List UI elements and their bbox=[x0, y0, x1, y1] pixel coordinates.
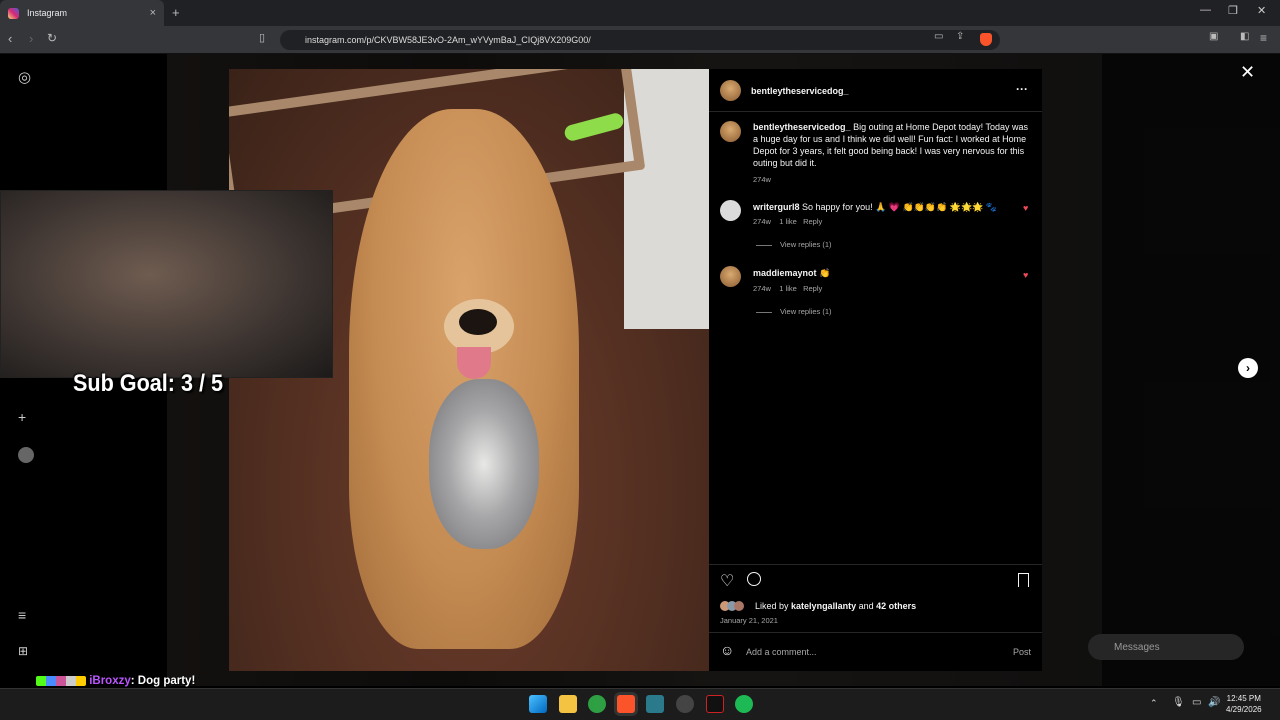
bookmark-icon[interactable]: ▯ bbox=[259, 31, 265, 44]
forward-icon[interactable]: › bbox=[29, 31, 33, 46]
profile-avatar[interactable] bbox=[18, 447, 34, 463]
liked-by-others[interactable]: 42 others bbox=[876, 601, 916, 611]
app-icon[interactable] bbox=[706, 695, 724, 713]
instagram-page: ◎ + ≡ ⊞ bentleytheservicedog_ ··· bentle… bbox=[0, 54, 1280, 686]
network-icon[interactable]: ▭ bbox=[1192, 697, 1201, 708]
sidebar-icon[interactable]: ◧ bbox=[1240, 31, 1249, 42]
instagram-logo-icon[interactable]: ◎ bbox=[18, 68, 31, 86]
comment-age: 274w bbox=[753, 284, 771, 293]
comment-likes[interactable]: 1 like bbox=[779, 217, 797, 226]
liked-by-user[interactable]: katelyngallanty bbox=[791, 601, 856, 611]
tab-bar: Instagram × + — ❐ ✕ bbox=[0, 0, 1280, 26]
comment-username[interactable]: writergurl8 bbox=[753, 202, 800, 212]
comment-text: 👏 bbox=[819, 268, 831, 278]
instagram-favicon-icon bbox=[8, 7, 19, 19]
emoji-icon[interactable]: ☺ bbox=[720, 642, 734, 658]
view-replies-label: View replies (1) bbox=[780, 307, 832, 316]
more-menu-icon[interactable]: ≡ bbox=[18, 607, 26, 623]
spotify-icon[interactable] bbox=[735, 695, 753, 713]
new-tab-button[interactable]: + bbox=[172, 5, 180, 20]
app-icon[interactable] bbox=[646, 695, 664, 713]
volume-icon[interactable]: 🔊 bbox=[1208, 697, 1220, 708]
liked-by-and: and bbox=[858, 601, 874, 611]
caption-username[interactable]: bentleytheservicedog_ bbox=[753, 122, 851, 132]
chat-badges-icon bbox=[36, 675, 86, 686]
divider bbox=[709, 111, 1042, 112]
url-text: instagram.com/p/CKVBW58JE3vO-2Am_wYVymBa… bbox=[305, 35, 591, 45]
wallet-icon[interactable]: ▣ bbox=[1209, 31, 1218, 42]
comment-reply-button[interactable]: Reply bbox=[803, 284, 822, 293]
restore-icon[interactable]: ❐ bbox=[1228, 4, 1238, 17]
app-icon[interactable] bbox=[588, 695, 606, 713]
comment-text: So happy for you! 🙏 💗 👏👏👏👏 🌟🌟🌟 🐾 bbox=[802, 202, 998, 212]
post-date: January 21, 2021 bbox=[720, 616, 778, 625]
system-clock[interactable]: 12:45 PM 4/29/2026 bbox=[1226, 693, 1262, 715]
comment: maddiemaynot 👏 bbox=[753, 267, 1003, 279]
view-replies-button[interactable]: View replies (1) bbox=[756, 307, 832, 316]
browser-tab[interactable]: Instagram × bbox=[0, 0, 164, 26]
close-icon[interactable]: ✕ bbox=[1240, 62, 1255, 83]
comment-avatar[interactable] bbox=[720, 266, 741, 287]
address-bar[interactable]: instagram.com/p/CKVBW58JE3vO-2Am_wYVymBa… bbox=[280, 30, 1000, 50]
windows-taskbar: ⌃ 🎙 ▭ 🔊 12:45 PM 4/29/2026 bbox=[0, 688, 1280, 720]
comment-meta: 274w 1 like Reply bbox=[753, 284, 822, 293]
caption: bentleytheservicedog_ Big outing at Home… bbox=[753, 121, 1028, 169]
comment-meta: 274w 1 like Reply bbox=[753, 217, 822, 226]
chat-username: iBroxzy bbox=[89, 675, 131, 687]
save-bookmark-icon[interactable] bbox=[1018, 573, 1029, 587]
tab-close-icon[interactable]: × bbox=[150, 7, 156, 19]
comment-bubble-icon[interactable] bbox=[747, 572, 761, 586]
menu-icon[interactable]: ≡ bbox=[1260, 31, 1267, 45]
comment: writergurl8 So happy for you! 🙏 💗 👏👏👏👏 🌟… bbox=[753, 201, 1003, 213]
tab-title: Instagram bbox=[27, 8, 68, 18]
clock-time: 12:45 PM bbox=[1226, 694, 1261, 703]
comment-like-heart-icon[interactable]: ♥ bbox=[1023, 203, 1028, 213]
divider bbox=[709, 564, 1042, 565]
caption-age: 274w bbox=[753, 175, 771, 184]
liked-by-avatars bbox=[720, 601, 744, 611]
windows-start-icon[interactable] bbox=[529, 695, 547, 713]
cast-icon[interactable]: ▭ bbox=[934, 31, 943, 42]
post-panel: bentleytheservicedog_ ··· bentleytheserv… bbox=[709, 69, 1042, 671]
view-replies-label: View replies (1) bbox=[780, 240, 832, 249]
like-heart-icon[interactable]: ♡ bbox=[720, 571, 734, 591]
chat-text: : Dog party! bbox=[130, 675, 196, 687]
sub-goal-overlay: Sub Goal: 3 / 5 bbox=[73, 370, 224, 397]
liked-by: Liked by katelyngallanty and 42 others bbox=[755, 600, 916, 612]
author-avatar[interactable] bbox=[720, 80, 741, 101]
post-button[interactable]: Post bbox=[1013, 646, 1031, 658]
comment-avatar[interactable] bbox=[720, 200, 741, 221]
comment-username[interactable]: maddiemaynot bbox=[753, 268, 817, 278]
more-options-icon[interactable]: ··· bbox=[1016, 82, 1028, 96]
add-comment-input[interactable]: Add a comment... bbox=[746, 646, 817, 658]
caption-avatar[interactable] bbox=[720, 121, 741, 142]
webcam-overlay bbox=[0, 190, 333, 378]
window-close-icon[interactable]: ✕ bbox=[1257, 4, 1266, 17]
divider bbox=[709, 632, 1042, 633]
comment-likes[interactable]: 1 like bbox=[779, 284, 797, 293]
clock-date: 4/29/2026 bbox=[1226, 705, 1262, 714]
view-replies-button[interactable]: View replies (1) bbox=[756, 240, 832, 249]
messages-label: Messages bbox=[1114, 641, 1160, 653]
brave-shield-icon[interactable] bbox=[980, 33, 992, 46]
tray-chevron-icon[interactable]: ⌃ bbox=[1150, 698, 1158, 709]
share-icon[interactable]: ⇪ bbox=[956, 31, 964, 42]
comment-reply-button[interactable]: Reply bbox=[803, 217, 822, 226]
next-post-chevron-icon[interactable]: › bbox=[1238, 358, 1258, 378]
apps-icon[interactable]: ⊞ bbox=[18, 644, 28, 658]
obs-icon[interactable] bbox=[676, 695, 694, 713]
back-icon[interactable]: ‹ bbox=[8, 31, 12, 46]
liked-by-prefix: Liked by bbox=[755, 601, 789, 611]
brave-browser-icon[interactable] bbox=[617, 695, 635, 713]
create-icon[interactable]: + bbox=[18, 409, 26, 425]
reload-icon[interactable]: ↻ bbox=[47, 31, 57, 45]
comment-like-heart-icon[interactable]: ♥ bbox=[1023, 270, 1028, 280]
minimize-icon[interactable]: — bbox=[1200, 4, 1211, 16]
author-username[interactable]: bentleytheservicedog_ bbox=[751, 86, 849, 96]
comment-age: 274w bbox=[753, 217, 771, 226]
messages-button[interactable]: Messages bbox=[1088, 634, 1244, 660]
microphone-icon[interactable]: 🎙 bbox=[1172, 697, 1185, 708]
file-explorer-icon[interactable] bbox=[559, 695, 577, 713]
